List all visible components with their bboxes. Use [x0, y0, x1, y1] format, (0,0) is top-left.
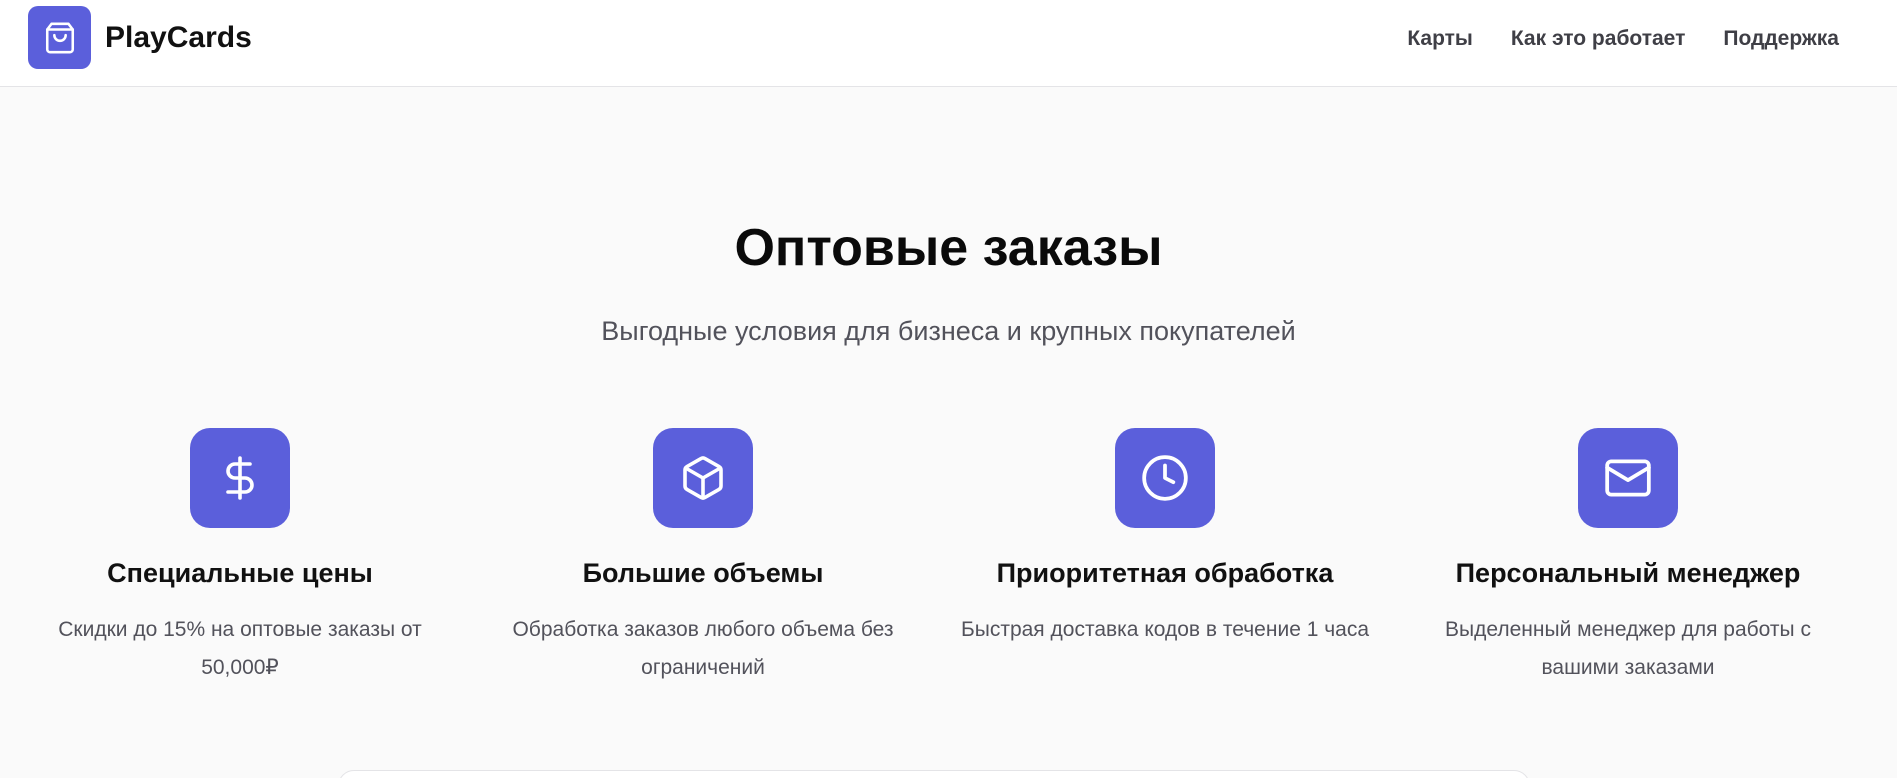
brand-name: PlayCards [105, 20, 252, 54]
feature-description: Выделенный менеджер для работы с вашими … [1445, 618, 1811, 679]
feature-special-prices: Специальные цены Скидки до 15% на оптовы… [20, 428, 460, 687]
feature-description: Быстрая доставка кодов в течение 1 часа [960, 618, 1370, 641]
box-icon [653, 428, 753, 528]
feature-title: Приоритетная обработка [996, 558, 1334, 588]
main-nav: Карты Как это работает Поддержка [1407, 0, 1839, 78]
dollar-icon [190, 428, 290, 528]
brand-logo[interactable]: PlayCards [28, 6, 252, 69]
feature-title: Персональный менеджер [1455, 558, 1801, 588]
nav-link-cards[interactable]: Карты [1407, 27, 1473, 51]
feature-description: Обработка заказов любого объема без огра… [512, 618, 894, 679]
shopping-bag-icon [28, 6, 91, 69]
feature-priority-processing: Приоритетная обработка Быстрая доставка … [945, 428, 1385, 649]
nav-link-support[interactable]: Поддержка [1723, 27, 1839, 51]
feature-personal-manager: Персональный менеджер Выделенный менедже… [1408, 428, 1848, 687]
page-subtitle: Выгодные условия для бизнеса и крупных п… [601, 316, 1296, 346]
page-title: Оптовые заказы [734, 219, 1163, 277]
feature-title: Большие объемы [582, 558, 824, 588]
feature-description: Скидки до 15% на оптовые заказы от 50,00… [58, 618, 422, 679]
feature-large-volumes: Большие объемы Обработка заказов любого … [483, 428, 923, 687]
order-form-card [338, 770, 1530, 778]
mail-icon [1578, 428, 1678, 528]
feature-title: Специальные цены [107, 558, 373, 588]
clock-icon [1115, 428, 1215, 528]
nav-link-how-it-works[interactable]: Как это работает [1511, 27, 1686, 51]
site-header: PlayCards Карты Как это работает Поддерж… [0, 0, 1897, 87]
